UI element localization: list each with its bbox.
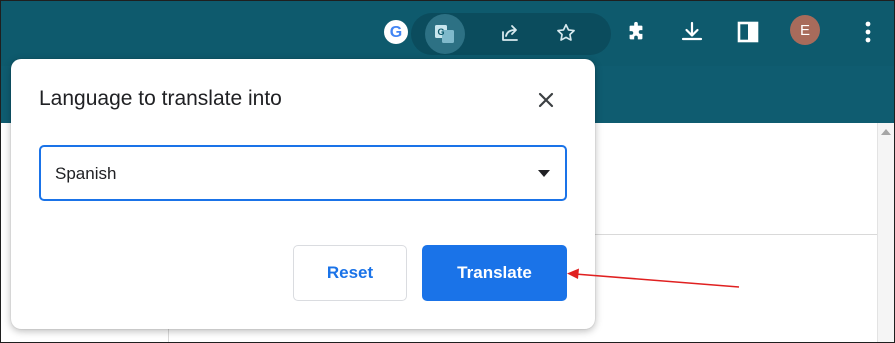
side-panel-icon[interactable] xyxy=(734,18,762,46)
reset-button[interactable]: Reset xyxy=(293,245,407,301)
scroll-up-arrow-icon[interactable] xyxy=(881,129,891,135)
chevron-down-icon xyxy=(538,170,550,177)
profile-avatar[interactable]: E xyxy=(790,15,820,45)
translate-button[interactable]: Translate xyxy=(422,245,567,301)
star-icon[interactable] xyxy=(553,20,579,46)
annotation-arrow-icon xyxy=(567,268,740,288)
page-scrollbar[interactable] xyxy=(877,123,894,342)
google-letter: G xyxy=(390,24,402,41)
share-icon[interactable] xyxy=(498,21,522,45)
translate-icon[interactable]: G xyxy=(425,14,465,54)
download-icon[interactable] xyxy=(678,18,706,46)
language-select-value: Spanish xyxy=(55,164,117,183)
svg-text:G: G xyxy=(437,27,444,37)
close-button[interactable] xyxy=(531,85,561,115)
extensions-icon[interactable] xyxy=(623,19,649,45)
screenshot-frame: G G E Language to translate into Spanish… xyxy=(0,0,895,343)
popup-title: Language to translate into xyxy=(39,87,282,110)
google-lens-icon[interactable]: G xyxy=(383,19,409,45)
menu-icon[interactable] xyxy=(856,18,880,46)
browser-toolbar: G G E xyxy=(1,1,894,66)
language-select[interactable]: Spanish xyxy=(39,145,567,201)
profile-initial: E xyxy=(799,21,810,39)
translate-popup: Language to translate into Spanish Reset… xyxy=(11,59,595,329)
close-icon xyxy=(538,92,554,108)
